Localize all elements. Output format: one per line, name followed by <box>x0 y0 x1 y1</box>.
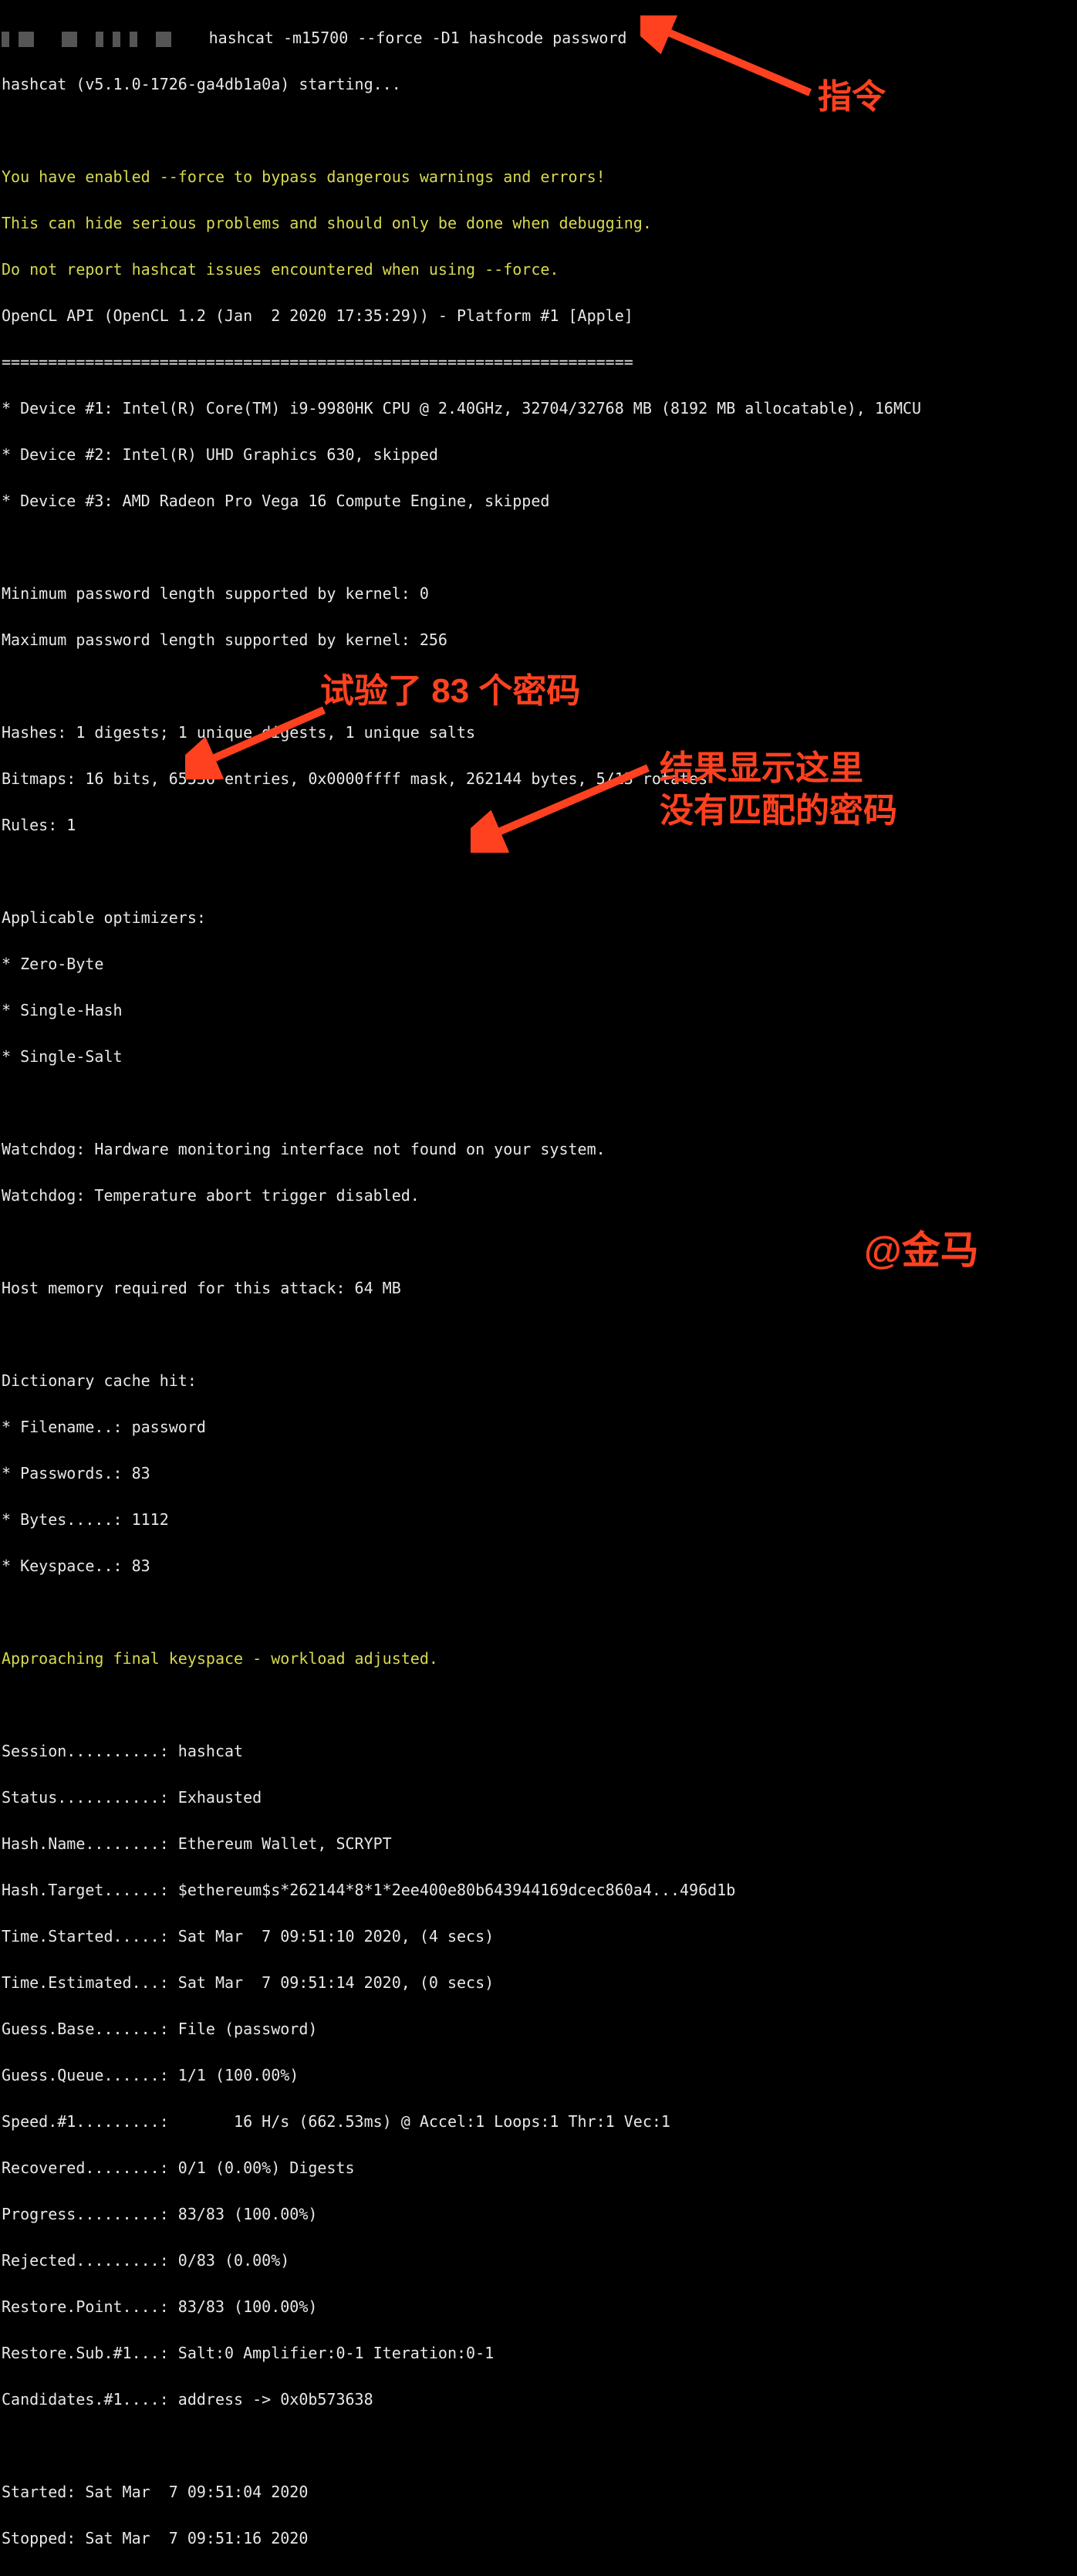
dict-passwords: * Passwords.: 83 <box>2 1462 1075 1485</box>
starting-line: hashcat (v5.1.0-1726-ga4db1a0a) starting… <box>2 73 1075 96</box>
stopped: Stopped: Sat Mar 7 09:51:16 2020 <box>2 2527 1075 2550</box>
command-text: hashcat -m15700 --force -D1 hashcode pas… <box>209 29 627 47</box>
hash-target: Hash.Target......: $ethereum$s*262144*8*… <box>2 1878 1075 1902</box>
device-3: * Device #3: AMD Radeon Pro Vega 16 Comp… <box>2 489 1075 512</box>
host-memory: Host memory required for this attack: 64… <box>2 1276 1075 1300</box>
max-password: Maximum password length supported by ker… <box>2 628 1075 651</box>
watchdog-1: Watchdog: Hardware monitoring interface … <box>2 1138 1075 1161</box>
hashes-line: Hashes: 1 digests; 1 unique digests, 1 u… <box>2 721 1075 744</box>
guess-base: Guess.Base.......: File (password) <box>2 2017 1075 2040</box>
opencl-api: OpenCL API (OpenCL 1.2 (Jan 2 2020 17:35… <box>2 304 1075 327</box>
terminal-output: hashcat -m15700 --force -D1 hashcode pas… <box>0 0 1077 2576</box>
dict-bytes: * Bytes.....: 1112 <box>2 1508 1075 1531</box>
session: Session..........: hashcat <box>2 1739 1075 1763</box>
status: Status...........: Exhausted <box>2 1786 1075 1809</box>
speed: Speed.#1.........: 16 H/s (662.53ms) @ A… <box>2 2110 1075 2133</box>
force-warn-1: You have enabled --force to bypass dange… <box>2 165 1075 188</box>
approaching-line: Approaching final keyspace - workload ad… <box>2 1647 1075 1670</box>
rejected: Rejected.........: 0/83 (0.00%) <box>2 2249 1075 2272</box>
candidates: Candidates.#1....: address -> 0x0b573638 <box>2 2388 1075 2411</box>
restore-sub: Restore.Sub.#1...: Salt:0 Amplifier:0-1 … <box>2 2341 1075 2365</box>
rules-line: Rules: 1 <box>2 813 1075 837</box>
time-started: Time.Started.....: Sat Mar 7 09:51:10 20… <box>2 1925 1075 1948</box>
bitmaps-line: Bitmaps: 16 bits, 65536 entries, 0x0000f… <box>2 767 1075 790</box>
guess-queue: Guess.Queue......: 1/1 (100.00%) <box>2 2064 1075 2087</box>
min-password: Minimum password length supported by ker… <box>2 582 1075 605</box>
optimizer-2: * Single-Hash <box>2 999 1075 1022</box>
prompt-line: hashcat -m15700 --force -D1 hashcode pas… <box>2 26 1075 49</box>
optimizers-header: Applicable optimizers: <box>2 906 1075 929</box>
optimizer-1: * Zero-Byte <box>2 952 1075 975</box>
force-warn-2: This can hide serious problems and shoul… <box>2 211 1075 235</box>
device-2: * Device #2: Intel(R) UHD Graphics 630, … <box>2 443 1075 466</box>
dict-filename: * Filename..: password <box>2 1415 1075 1438</box>
device-1: * Device #1: Intel(R) Core(TM) i9-9980HK… <box>2 397 1075 420</box>
progress: Progress.........: 83/83 (100.00%) <box>2 2202 1075 2226</box>
separator: ========================================… <box>2 350 1075 374</box>
hash-name: Hash.Name........: Ethereum Wallet, SCRY… <box>2 1832 1075 1855</box>
started: Started: Sat Mar 7 09:51:04 2020 <box>2 2480 1075 2503</box>
dict-keyspace: * Keyspace..: 83 <box>2 1554 1075 1577</box>
watchdog-2: Watchdog: Temperature abort trigger disa… <box>2 1184 1075 1207</box>
dict-hit: Dictionary cache hit: <box>2 1369 1075 1392</box>
force-warn-3: Do not report hashcat issues encountered… <box>2 258 1075 281</box>
recovered: Recovered........: 0/1 (0.00%) Digests <box>2 2156 1075 2179</box>
restore-point: Restore.Point....: 83/83 (100.00%) <box>2 2295 1075 2318</box>
time-estimated: Time.Estimated...: Sat Mar 7 09:51:14 20… <box>2 1971 1075 1994</box>
optimizer-3: * Single-Salt <box>2 1045 1075 1068</box>
